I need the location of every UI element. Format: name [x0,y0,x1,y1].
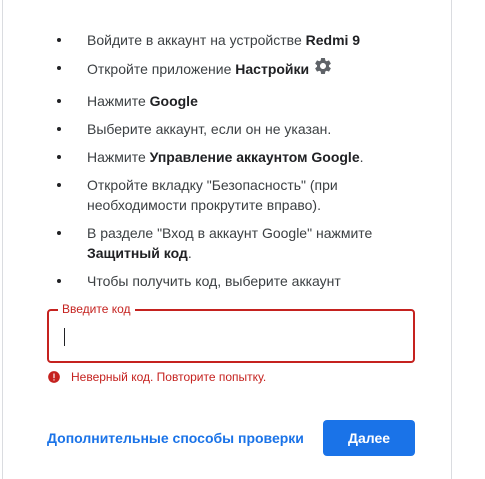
step-text: Выберите аккаунт, если он не указан. [87,121,332,137]
step-6: Откройте вкладку "Безопасность" (при нео… [55,175,385,215]
bullet [57,279,61,283]
security-code-name: Защитный код [87,245,188,261]
step-3: Нажмите Google [55,91,385,111]
step-text-end: . [187,245,192,261]
code-field-label: Введите код [58,302,135,316]
gear-icon [313,56,333,81]
bullet [57,66,61,70]
bullet [57,155,61,159]
step-text-end: . [359,149,364,165]
manage-account-name: Управление аккаунтом Google [149,149,360,165]
step-text: Нажмите [87,149,150,165]
error-message: Неверный код. Повторите попытку. [47,370,266,384]
google-menu-name: Google [149,93,198,109]
next-button[interactable]: Далее [323,420,415,456]
code-input[interactable] [61,323,401,349]
step-4: Выберите аккаунт, если он не указан. [55,119,385,139]
step-8: Чтобы получить код, выберите аккаунт [55,271,385,291]
step-2: Откройте приложение Настройки [55,56,385,83]
step-7: В разделе "Вход в аккаунт Google" нажмит… [55,223,385,263]
error-text: Неверный код. Повторите попытку. [71,370,267,384]
device-name: Redmi 9 [305,32,361,48]
error-icon [48,371,60,383]
settings-app-name: Настройки [235,61,310,78]
text-cursor [64,328,65,346]
step-5: Нажмите Управление аккаунтом Google. [55,147,385,167]
step-1: Войдите в аккаунт на устройстве Redmi 9 [55,30,385,50]
more-options-link[interactable]: Дополнительные способы проверки [47,428,304,448]
step-text: Нажмите [87,93,150,109]
step-text: В разделе "Вход в аккаунт Google" нажмит… [87,225,373,241]
step-text: Войдите в аккаунт на устройстве [87,32,306,48]
bullet [57,38,61,42]
step-text: Откройте приложение [87,61,236,78]
step-text: Откройте вкладку "Безопасность" (при нео… [87,177,338,213]
instruction-list: Войдите в аккаунт на устройстве Redmi 9 … [55,30,385,299]
bullet [57,183,61,187]
verification-card: Войдите в аккаунт на устройстве Redmi 9 … [2,0,452,479]
bullet [57,127,61,131]
step-text: Чтобы получить код, выберите аккаунт [87,273,341,289]
code-field[interactable]: Введите код [47,302,415,363]
bullet [57,99,61,103]
bullet [57,231,61,235]
